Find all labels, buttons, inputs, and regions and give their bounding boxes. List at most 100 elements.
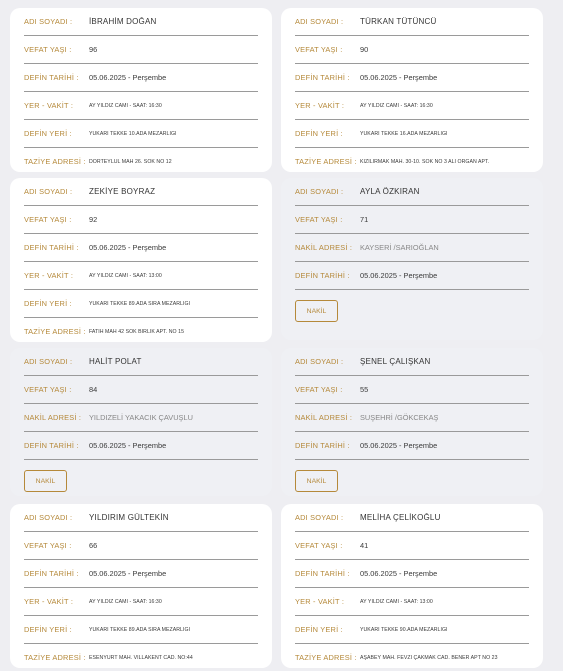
transfer-label: NAKİL ADRESİ :: [24, 413, 82, 422]
burial-place-label: DEFİN YERİ :: [24, 129, 72, 138]
age-label: VEFAT YAŞI :: [24, 385, 72, 394]
burial-date-value: 05.06.2025 - Perşembe: [89, 441, 167, 450]
burial-date-value: 05.06.2025 - Perşembe: [360, 73, 438, 82]
age-value: 41: [360, 541, 369, 550]
condolence-value: DÖRTEYLÜL MAH 26. SOK NO 12: [89, 158, 172, 165]
name-value: TÜRKAN TÜTÜNCÜ: [360, 17, 437, 26]
name-row: ADI SOYADI : HALİT POLAT: [24, 348, 258, 376]
age-label: VEFAT YAŞI :: [24, 45, 72, 54]
nakil-button[interactable]: NAKİL: [24, 470, 67, 492]
burial-date-value: 05.06.2025 - Perşembe: [360, 271, 438, 280]
place-time-label: YER - VAKİT :: [295, 101, 345, 110]
transfer-value: SUŞEHRİ /GÖKCEKAŞ: [360, 413, 439, 422]
age-value: 71: [360, 215, 369, 224]
age-row: VEFAT YAŞI : 90: [295, 36, 529, 64]
burial-place-value: YUKARI TEKKE 16.ADA MEZARLIĞI: [360, 130, 448, 137]
condolence-row: TAZİYE ADRESİ : FATİH MAH 42 SOK BİRLİK A…: [24, 318, 258, 345]
obituary-card-halit-polat: ADI SOYADI : HALİT POLAT VEFAT YAŞI : 84 N…: [10, 348, 272, 496]
condolence-row: TAZİYE ADRESİ : AŞABEY MAH. FEVZİ ÇAKMAK …: [295, 644, 529, 671]
name-value: MELİHA ÇELİKOĞLU: [360, 513, 441, 522]
condolence-value: AŞABEY MAH. FEVZİ ÇAKMAK CAD. BENER APT …: [360, 654, 498, 661]
burial-place-row: DEFİN YERİ : YUKARI TEKKE 16.ADA MEZARLIĞ…: [295, 120, 529, 148]
name-value: İBRAHİM DOĞAN: [89, 17, 157, 26]
burial-place-label: DEFİN YERİ :: [295, 129, 343, 138]
burial-place-label: DEFİN YERİ :: [24, 299, 72, 308]
burial-date-row: DEFİN TARİHİ : 05.06.2025 - Perşembe: [24, 64, 258, 92]
name-row: ADI SOYADI : YILDIRIM GÜLTEKİN: [24, 504, 258, 532]
burial-date-row: DEFİN TARİHİ : 05.06.2025 - Perşembe: [24, 560, 258, 588]
age-label: VEFAT YAŞI :: [295, 385, 343, 394]
condolence-row: TAZİYE ADRESİ : KIZILIRMAK MAH. 30-10. SO…: [295, 148, 529, 175]
name-label: ADI SOYADI :: [295, 357, 344, 366]
burial-date-row: DEFİN TARİHİ : 05.06.2025 - Perşembe: [295, 64, 529, 92]
age-label: VEFAT YAŞI :: [295, 45, 343, 54]
age-row: VEFAT YAŞI : 84: [24, 376, 258, 404]
obituary-card-ayla-ozkiran: ADI SOYADI : AYLA ÖZKIRAN VEFAT YAŞI :71 …: [281, 178, 543, 340]
name-label: ADI SOYADI :: [295, 513, 344, 522]
transfer-label: NAKİL ADRESİ :: [295, 243, 353, 252]
burial-place-value: YUKARI TEKKE 89.ADA SIRA MEZARLIĞI: [89, 626, 191, 633]
burial-date-row: DEFİN TARİHİ : 05.06.2025 - Perşembe: [295, 262, 529, 290]
name-row: ADI SOYADI : AYLA ÖZKIRAN: [295, 178, 529, 206]
burial-place-label: DEFİN YERİ :: [295, 625, 343, 634]
age-value: 55: [360, 385, 369, 394]
age-value: 96: [89, 45, 98, 54]
condolence-label: TAZİYE ADRESİ :: [295, 157, 357, 166]
burial-date-label: DEFİN TARİHİ :: [24, 243, 79, 252]
burial-place-row: DEFİN YERİ : YUKARI TEKKE 89.ADA SIRA MEZ…: [24, 290, 258, 318]
burial-date-label: DEFİN TARİHİ :: [295, 271, 350, 280]
burial-date-label: DEFİN TARİHİ :: [24, 73, 79, 82]
condolence-label: TAZİYE ADRESİ :: [24, 157, 86, 166]
age-label: VEFAT YAŞI :: [295, 541, 343, 550]
place-time-value: AY YILDIZ CAMİ - SAAT: 16:30: [89, 102, 162, 109]
transfer-label: NAKİL ADRESİ :: [295, 413, 353, 422]
name-label: ADI SOYADI :: [24, 357, 73, 366]
burial-date-row: DEFİN TARİHİ : 05.06.2025 - Perşembe: [295, 432, 529, 460]
burial-date-value: 05.06.2025 - Perşembe: [360, 441, 438, 450]
burial-place-row: DEFİN YERİ : YUKARI TEKKE 90.ADA MEZARLIĞ…: [295, 616, 529, 644]
condolence-label: TAZİYE ADRESİ :: [24, 327, 86, 336]
name-value: ŞENEL ÇALIŞKAN: [360, 357, 431, 366]
burial-date-label: DEFİN TARİHİ :: [295, 73, 350, 82]
name-value: ZEKİYE BOYRAZ: [89, 187, 156, 196]
name-value: YILDIRIM GÜLTEKİN: [89, 513, 169, 522]
condolence-row: TAZİYE ADRESİ : ESENYURT MAH. VİLLAKENT C…: [24, 644, 258, 671]
nakil-button[interactable]: NAKİL: [295, 300, 338, 322]
burial-date-value: 05.06.2025 - Perşembe: [89, 569, 167, 578]
condolence-label: TAZİYE ADRESİ :: [24, 653, 86, 662]
burial-place-value: YUKARI TEKKE 90.ADA MEZARLIĞI: [360, 626, 448, 633]
burial-date-label: DEFİN TARİHİ :: [24, 569, 79, 578]
age-label: VEFAT YAŞI :: [24, 541, 72, 550]
place-time-row: YER - VAKİT : AY YILDIZ CAMİ - SAAT: 13:0…: [295, 588, 529, 616]
name-row: ADI SOYADI : ŞENEL ÇALIŞKAN: [295, 348, 529, 376]
age-value: 90: [360, 45, 369, 54]
age-value: 66: [89, 541, 98, 550]
condolence-value: FATİH MAH 42 SOK BİRLİK APT. NO 15: [89, 328, 185, 335]
burial-date-value: 05.06.2025 - Perşembe: [89, 73, 167, 82]
nakil-button[interactable]: NAKİL: [295, 470, 338, 492]
burial-place-value: YUKARI TEKKE 89.ADA SIRA MEZARLIĞI: [89, 300, 191, 307]
name-label: ADI SOYADI :: [295, 187, 344, 196]
place-time-value: AY YILDIZ CAMİ - SAAT: 16:30: [89, 598, 162, 605]
obituary-card-turkan-tutuncu: ADI SOYADI : TÜRKAN TÜTÜNCÜ VEFAT YAŞI : 9…: [281, 8, 543, 172]
obituary-card-senel-caliskan: ADI SOYADI : ŞENEL ÇALIŞKAN VEFAT YAŞI : 5…: [281, 348, 543, 496]
age-row: VEFAT YAŞI : 41: [295, 532, 529, 560]
age-label: VEFAT YAŞI :: [295, 215, 343, 224]
burial-place-value: YUKARI TEKKE 10.ADA MEZARLIĞI: [89, 130, 177, 137]
burial-date-value: 05.06.2025 - Perşembe: [89, 243, 167, 252]
condolence-label: TAZİYE ADRESİ :: [295, 653, 357, 662]
age-row: VEFAT YAŞI : 66: [24, 532, 258, 560]
obituary-card-meliha-celikoglu: ADI SOYADI : MELİHA ÇELİKOĞLU VEFAT YAŞI …: [281, 504, 543, 668]
place-time-value: AY YILDIZ CAMİ - SAAT: 13:00: [89, 272, 162, 279]
name-label: ADI SOYADI :: [24, 187, 73, 196]
place-time-label: YER - VAKİT :: [24, 597, 74, 606]
condolence-value: KIZILIRMAK MAH. 30-10. SOK NO 3 ALİ ORGA…: [360, 158, 490, 165]
condolence-row: TAZİYE ADRESİ : DÖRTEYLÜL MAH 26. SOK NO …: [24, 148, 258, 175]
place-time-row: YER - VAKİT : AY YILDIZ CAMİ - SAAT: 16:3…: [24, 588, 258, 616]
burial-date-row: DEFİN TARİHİ : 05.06.2025 - Perşembe: [24, 432, 258, 460]
name-row: ADI SOYADI : ZEKİYE BOYRAZ: [24, 178, 258, 206]
place-time-value: AY YILDIZ CAMİ - SAAT: 13:00: [360, 598, 433, 605]
name-row: ADI SOYADI : TÜRKAN TÜTÜNCÜ: [295, 8, 529, 36]
transfer-value: KAYSERİ /SARIOĞLAN: [360, 243, 439, 252]
age-value: 92: [89, 215, 98, 224]
